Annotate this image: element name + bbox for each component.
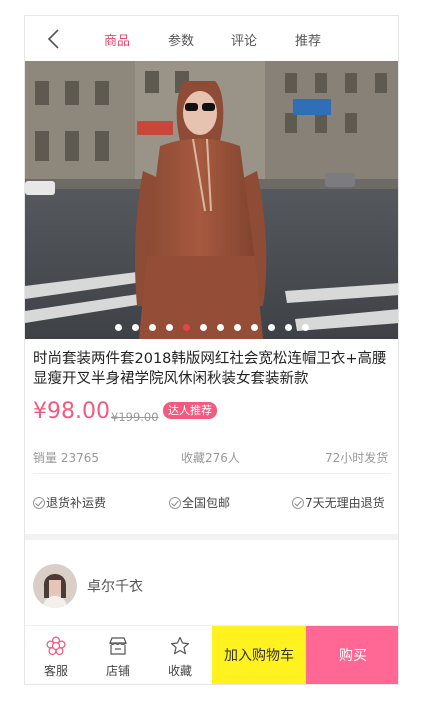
service-item: 全国包邮 bbox=[169, 494, 230, 511]
shop-name[interactable]: 卓尔千衣 bbox=[87, 576, 143, 596]
check-circle-icon bbox=[292, 496, 304, 509]
customer-service-icon bbox=[46, 636, 66, 656]
carousel-dot[interactable] bbox=[284, 324, 292, 331]
carousel-dots bbox=[25, 324, 398, 331]
service-item: 退货补运费 bbox=[33, 494, 106, 511]
shipping-time: 72小时发货 bbox=[325, 451, 389, 465]
recommend-badge: 达人推荐 bbox=[163, 402, 217, 419]
carousel-dot[interactable] bbox=[148, 324, 156, 331]
carousel-dot[interactable] bbox=[114, 324, 122, 331]
carousel-dot-active[interactable] bbox=[182, 324, 190, 331]
favorite-button[interactable]: 收藏 bbox=[149, 626, 211, 684]
service-label: 7天无理由退货 bbox=[305, 496, 385, 510]
tab-product[interactable]: 商品 bbox=[104, 30, 130, 49]
tab-params[interactable]: 参数 bbox=[168, 30, 194, 49]
tab-reviews[interactable]: 评论 bbox=[231, 30, 257, 49]
store-label: 店铺 bbox=[105, 664, 130, 678]
favorite-label: 收藏 bbox=[167, 664, 192, 678]
star-icon bbox=[170, 636, 190, 655]
service-label: 退货补运费 bbox=[46, 496, 107, 510]
section-gap bbox=[25, 534, 398, 540]
carousel-dot[interactable] bbox=[233, 324, 241, 331]
product-price: ¥98.00 bbox=[33, 399, 110, 424]
product-photo bbox=[25, 61, 398, 339]
favorite-count: 收藏276人 bbox=[181, 451, 240, 465]
buy-button[interactable]: 购买 bbox=[306, 626, 398, 684]
shop-avatar[interactable] bbox=[33, 564, 77, 608]
product-image-carousel[interactable] bbox=[25, 61, 398, 339]
carousel-dot[interactable] bbox=[131, 324, 139, 331]
carousel-dot[interactable] bbox=[250, 324, 258, 331]
customer-service-label: 客服 bbox=[43, 664, 68, 678]
carousel-dot[interactable] bbox=[216, 324, 224, 331]
carousel-dot[interactable] bbox=[165, 324, 173, 331]
product-title: 时尚套装两件套2018韩版网红社会宽松连帽卫衣+高腰显瘦开叉半身裙学院风休闲秋装… bbox=[33, 351, 387, 387]
check-circle-icon bbox=[169, 496, 181, 509]
sales-count: 销量 23765 bbox=[33, 451, 99, 465]
top-nav: 商品 参数 评论 推荐 bbox=[25, 16, 398, 62]
customer-service-button[interactable]: 客服 bbox=[25, 626, 87, 684]
tab-recommend[interactable]: 推荐 bbox=[295, 30, 321, 49]
original-price: ¥199.00 bbox=[111, 410, 159, 424]
bottom-action-bar: 客服 店铺 收藏 加入购物车 购买 bbox=[25, 625, 398, 684]
service-item: 7天无理由退货 bbox=[292, 494, 385, 511]
carousel-dot[interactable] bbox=[199, 324, 207, 331]
store-button[interactable]: 店铺 bbox=[87, 626, 149, 684]
back-icon[interactable] bbox=[45, 28, 63, 50]
store-icon bbox=[109, 637, 127, 655]
carousel-dot[interactable] bbox=[267, 324, 275, 331]
divider bbox=[33, 473, 391, 474]
check-circle-icon bbox=[33, 496, 45, 509]
carousel-dot[interactable] bbox=[301, 324, 309, 331]
add-to-cart-button[interactable]: 加入购物车 bbox=[212, 626, 306, 684]
service-label: 全国包邮 bbox=[182, 496, 231, 510]
phone-frame: 商品 参数 评论 推荐 时尚套装两件套2018韩版网红社会宽松连帽卫衣+高腰显瘦… bbox=[24, 15, 399, 685]
